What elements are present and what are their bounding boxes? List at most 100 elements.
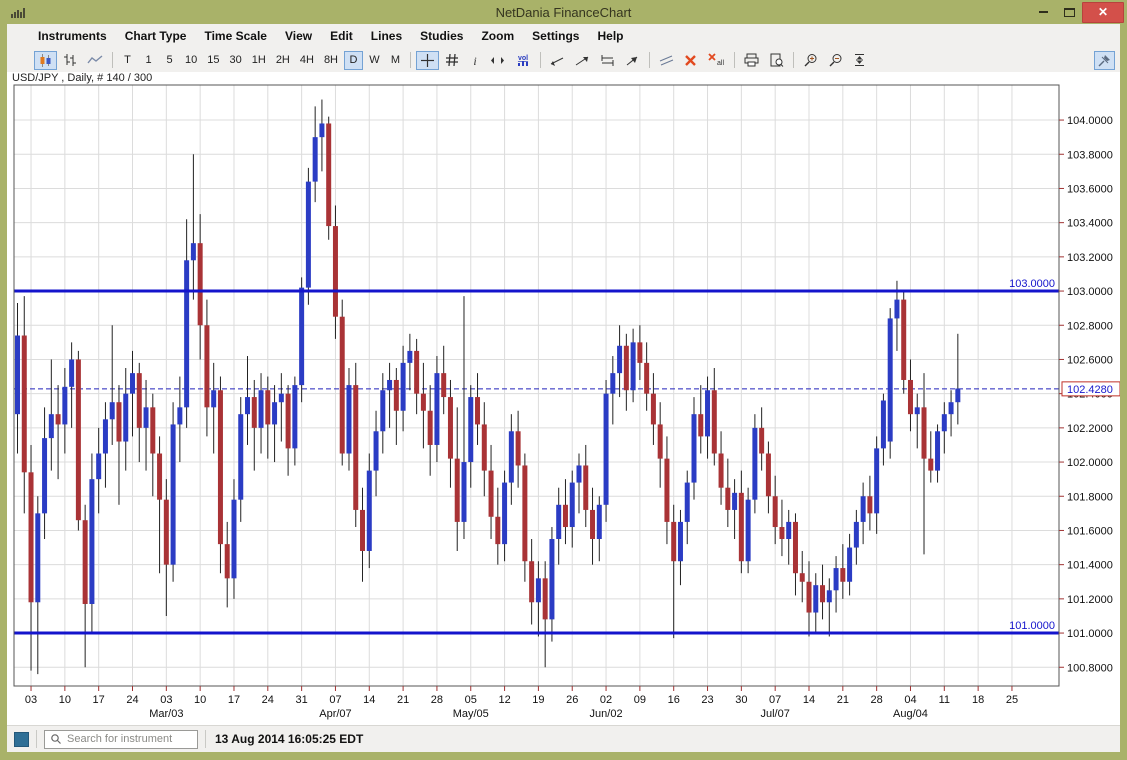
chart-region: USD/JPY , Daily, # 140 / 300 103.0000101… [7,72,1120,725]
svg-text:16: 16 [668,694,680,706]
current-price-box: 102.4280 [1062,382,1120,396]
menu-item-help[interactable]: Help [588,24,632,48]
svg-text:28: 28 [871,694,883,706]
price-chart[interactable]: 103.0000101.0000100.8000101.0000101.2000… [7,72,1120,725]
delete-all-lines-icon[interactable]: all [703,51,729,70]
svg-text:31: 31 [296,694,308,706]
period-4h-button[interactable]: 4H [296,51,318,70]
svg-text:101.0000: 101.0000 [1067,628,1113,640]
trend-line-icon[interactable] [546,51,569,70]
scroll-horizontal-icon[interactable] [486,51,509,70]
menu-item-studies[interactable]: Studies [411,24,472,48]
toolbar-separator [734,52,735,68]
delete-line-icon[interactable] [680,51,701,70]
menu-item-edit[interactable]: Edit [321,24,362,48]
svg-text:103.0000: 103.0000 [1067,286,1113,298]
svg-text:101.4000: 101.4000 [1067,560,1113,572]
line-chart-icon[interactable] [83,51,107,70]
menu-item-time-scale[interactable]: Time Scale [195,24,275,48]
svg-text:04: 04 [904,694,916,706]
period-daily-button[interactable]: D [344,51,363,70]
svg-text:Aug/04: Aug/04 [893,708,928,720]
grid-toggle-icon[interactable] [441,51,463,70]
svg-text:03: 03 [25,694,37,706]
horizontal-line-icon[interactable] [596,51,619,70]
print-preview-icon[interactable] [765,51,788,70]
svg-text:24: 24 [126,694,138,706]
svg-text:07: 07 [329,694,341,706]
parallel-lines-icon[interactable] [655,51,678,70]
toolbar-separator [649,52,650,68]
period-2h-button[interactable]: 2H [272,51,294,70]
period-1min-button[interactable]: 1 [139,51,158,70]
zoom-out-icon[interactable] [824,51,847,70]
svg-text:Apr/07: Apr/07 [319,708,351,720]
svg-text:09: 09 [634,694,646,706]
period-8h-button[interactable]: 8H [320,51,342,70]
svg-text:102.4280: 102.4280 [1067,384,1113,396]
svg-text:14: 14 [803,694,815,706]
period-tick-button[interactable]: T [118,51,137,70]
svg-text:100.8000: 100.8000 [1067,662,1113,674]
svg-text:102.0000: 102.0000 [1067,457,1113,469]
svg-text:102.6000: 102.6000 [1067,354,1113,366]
volume-icon[interactable]: vol [511,51,535,70]
svg-text:28: 28 [431,694,443,706]
svg-text:19: 19 [532,694,544,706]
svg-text:May/05: May/05 [453,708,489,720]
menu-item-view[interactable]: View [276,24,321,48]
connection-status-icon [14,732,29,747]
svg-text:101.8000: 101.8000 [1067,491,1113,503]
fit-vertical-scale-icon[interactable] [849,51,870,70]
svg-text:Jul/07: Jul/07 [761,708,790,720]
toolbar-separator [540,52,541,68]
svg-text:101.2000: 101.2000 [1067,594,1113,606]
trend-ray-icon[interactable] [571,51,594,70]
period-weekly-button[interactable]: W [365,51,384,70]
period-15min-button[interactable]: 15 [203,51,223,70]
svg-text:103.6000: 103.6000 [1067,183,1113,195]
ohlc-bar-chart-icon[interactable] [59,51,81,70]
period-30min-button[interactable]: 30 [226,51,246,70]
svg-text:103.8000: 103.8000 [1067,149,1113,161]
info-icon[interactable]: i [465,51,484,70]
period-1h-button[interactable]: 1H [248,51,270,70]
svg-text:all: all [717,60,724,67]
candlestick-chart-icon[interactable] [34,51,57,70]
menu-item-settings[interactable]: Settings [523,24,588,48]
status-bar: 13 Aug 2014 16:05:25 EDT [7,725,1120,752]
svg-text:14: 14 [363,694,375,706]
svg-text:03: 03 [160,694,172,706]
search-input[interactable] [65,732,197,746]
lock-panel-icon[interactable] [1094,51,1115,70]
svg-text:101.6000: 101.6000 [1067,525,1113,537]
svg-text:103.2000: 103.2000 [1067,252,1113,264]
menu-item-zoom[interactable]: Zoom [472,24,523,48]
instrument-search-box[interactable] [44,730,198,749]
svg-text:30: 30 [735,694,747,706]
period-monthly-button[interactable]: M [386,51,405,70]
svg-text:102.2000: 102.2000 [1067,423,1113,435]
clock-text: 13 Aug 2014 16:05:25 EDT [215,732,363,746]
zoom-in-icon[interactable] [799,51,822,70]
period-10min-button[interactable]: 10 [181,51,201,70]
draw-arrow-icon[interactable] [621,51,644,70]
menu-item-chart-type[interactable]: Chart Type [116,24,196,48]
menu-item-lines[interactable]: Lines [362,24,411,48]
svg-text:11: 11 [939,694,950,706]
period-5min-button[interactable]: 5 [160,51,179,70]
svg-text:103.4000: 103.4000 [1067,218,1113,230]
svg-text:24: 24 [262,694,274,706]
status-separator [36,730,37,748]
svg-text:07: 07 [769,694,781,706]
print-icon[interactable] [740,51,763,70]
svg-text:Mar/03: Mar/03 [149,708,183,720]
window-content: InstrumentsChart TypeTime ScaleViewEditL… [7,24,1120,752]
svg-text:17: 17 [228,694,240,706]
window-title: NetDania FinanceChart [0,5,1127,20]
svg-text:02: 02 [600,694,612,706]
crosshair-icon[interactable] [416,51,439,70]
svg-text:i: i [473,54,476,67]
svg-text:104.0000: 104.0000 [1067,115,1113,127]
menu-item-instruments[interactable]: Instruments [29,24,116,48]
